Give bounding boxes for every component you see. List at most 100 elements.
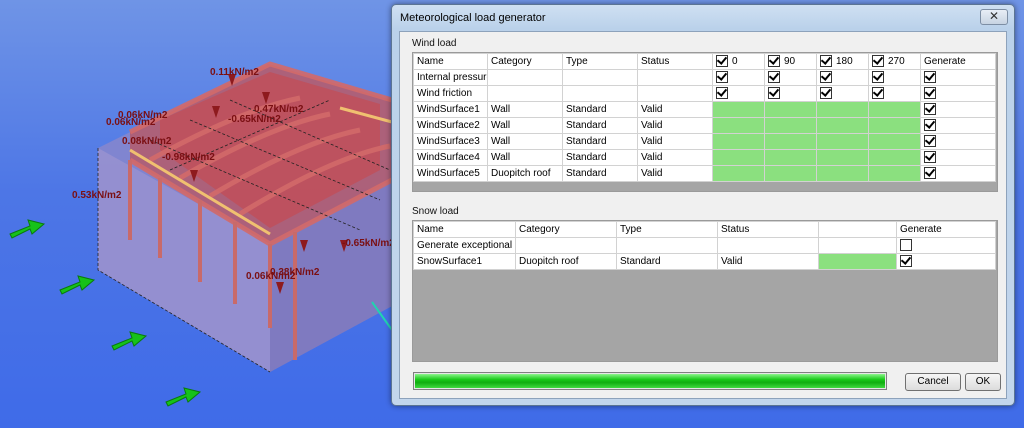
col-generate[interactable]: Generate	[920, 53, 996, 70]
row-status: Valid	[637, 101, 713, 118]
col-dir-270[interactable]: 270	[868, 53, 921, 70]
col-dir-0[interactable]: 0	[712, 53, 765, 70]
row-category	[487, 85, 563, 102]
col-name[interactable]: Name	[413, 53, 488, 70]
table-row[interactable]: WindSurface1 Wall Standard Valid	[413, 101, 996, 118]
cancel-button[interactable]: Cancel	[905, 373, 961, 391]
table-row[interactable]: WindSurface3 Wall Standard Valid	[413, 133, 996, 150]
valid-cell	[816, 117, 869, 134]
table-row[interactable]: Generate exceptional l...	[413, 237, 996, 254]
wind-load-label: Wind load	[412, 38, 457, 49]
valid-cell	[712, 149, 765, 166]
ok-button[interactable]: OK	[965, 373, 1001, 391]
dir-180-checkbox[interactable]	[820, 55, 832, 68]
generate-checkbox[interactable]	[924, 151, 936, 164]
row-status: Valid	[637, 133, 713, 150]
row-type	[562, 85, 638, 102]
load-label-8: 0.53kN/m2	[72, 190, 122, 201]
row-type	[616, 237, 718, 254]
dir-checkbox[interactable]	[820, 71, 832, 84]
valid-cell	[816, 165, 869, 182]
col-category[interactable]: Category	[487, 53, 563, 70]
dir-checkbox[interactable]	[768, 71, 780, 84]
generate-checkbox[interactable]	[924, 87, 936, 100]
valid-cell	[712, 101, 765, 118]
generate-checkbox[interactable]	[924, 167, 936, 180]
load-label-4: 0.06kN/m2	[106, 117, 156, 128]
row-status: Valid	[637, 165, 713, 182]
row-name: SnowSurface1	[413, 253, 516, 270]
row-category: Duopitch roof	[515, 253, 617, 270]
wind-header-row: Name Category Type Status 0 90 180 270 G…	[413, 53, 996, 70]
snow-load-table: Name Category Type Status Generate Gener…	[413, 221, 996, 270]
row-status	[717, 237, 819, 254]
dir-checkbox[interactable]	[820, 87, 832, 100]
col-status[interactable]: Status	[717, 221, 819, 238]
col-generate[interactable]: Generate	[896, 221, 996, 238]
generate-checkbox[interactable]	[924, 135, 936, 148]
row-name: Wind friction	[413, 85, 488, 102]
row-type: Standard	[562, 101, 638, 118]
row-status	[637, 69, 713, 86]
load-label-1: 0.11kN/m2	[210, 67, 259, 78]
dir-checkbox[interactable]	[768, 87, 780, 100]
valid-cell	[712, 133, 765, 150]
row-category: Wall	[487, 117, 563, 134]
col-category[interactable]: Category	[515, 221, 617, 238]
col-name[interactable]: Name	[413, 221, 516, 238]
close-button[interactable]: ✕	[980, 9, 1008, 25]
row-name: WindSurface5	[413, 165, 488, 182]
wind-load-table: Name Category Type Status 0 90 180 270 G…	[413, 53, 996, 182]
col-type[interactable]: Type	[616, 221, 718, 238]
load-label-6: 0.08kN/m2	[122, 136, 172, 147]
row-category	[487, 69, 563, 86]
row-name: WindSurface2	[413, 117, 488, 134]
row-status: Valid	[637, 117, 713, 134]
valid-cell	[816, 149, 869, 166]
generate-checkbox[interactable]	[900, 239, 912, 252]
table-row[interactable]: WindSurface5 Duopitch roof Standard Vali…	[413, 165, 996, 182]
col-dir-180[interactable]: 180	[816, 53, 869, 70]
valid-cell	[764, 149, 817, 166]
valid-cell	[868, 101, 921, 118]
progress-bar	[413, 372, 887, 390]
generate-checkbox[interactable]	[924, 71, 936, 84]
dir-checkbox[interactable]	[716, 71, 728, 84]
valid-cell	[816, 101, 869, 118]
table-row[interactable]: WindSurface4 Wall Standard Valid	[413, 149, 996, 166]
row-name: WindSurface1	[413, 101, 488, 118]
table-row[interactable]: WindSurface2 Wall Standard Valid	[413, 117, 996, 134]
table-row[interactable]: Internal pressure	[413, 69, 996, 86]
table-row[interactable]: SnowSurface1 Duopitch roof Standard Vali…	[413, 253, 996, 270]
table-row[interactable]: Wind friction	[413, 85, 996, 102]
col-status[interactable]: Status	[637, 53, 713, 70]
generate-checkbox[interactable]	[924, 119, 936, 132]
structure-model	[9, 61, 394, 407]
dialog-titlebar[interactable]: Meteorological load generator ✕	[392, 5, 1014, 31]
row-name: WindSurface3	[413, 133, 488, 150]
generate-checkbox[interactable]	[924, 103, 936, 116]
dir-0-checkbox[interactable]	[716, 55, 728, 68]
row-category: Wall	[487, 149, 563, 166]
dir-90-checkbox[interactable]	[768, 55, 780, 68]
dir-checkbox[interactable]	[872, 87, 884, 100]
valid-cell	[764, 165, 817, 182]
row-status: Valid	[717, 253, 819, 270]
col-dir-90[interactable]: 90	[764, 53, 817, 70]
col-type[interactable]: Type	[562, 53, 638, 70]
col-blank[interactable]	[818, 221, 897, 238]
generate-checkbox[interactable]	[900, 255, 912, 268]
load-label-7: -0.98kN/m2	[162, 152, 215, 163]
valid-cell	[816, 133, 869, 150]
dir-checkbox[interactable]	[872, 71, 884, 84]
valid-cell	[764, 101, 817, 118]
row-category	[515, 237, 617, 254]
close-icon: ✕	[988, 9, 1000, 23]
dir-checkbox[interactable]	[716, 87, 728, 100]
row-type	[562, 69, 638, 86]
snow-load-label: Snow load	[412, 206, 459, 217]
meteorological-load-dialog: Meteorological load generator ✕ Wind loa…	[391, 4, 1015, 406]
dir-270-checkbox[interactable]	[872, 55, 884, 68]
load-label-9: -0.65kN/m2	[342, 238, 395, 249]
row-category: Wall	[487, 101, 563, 118]
